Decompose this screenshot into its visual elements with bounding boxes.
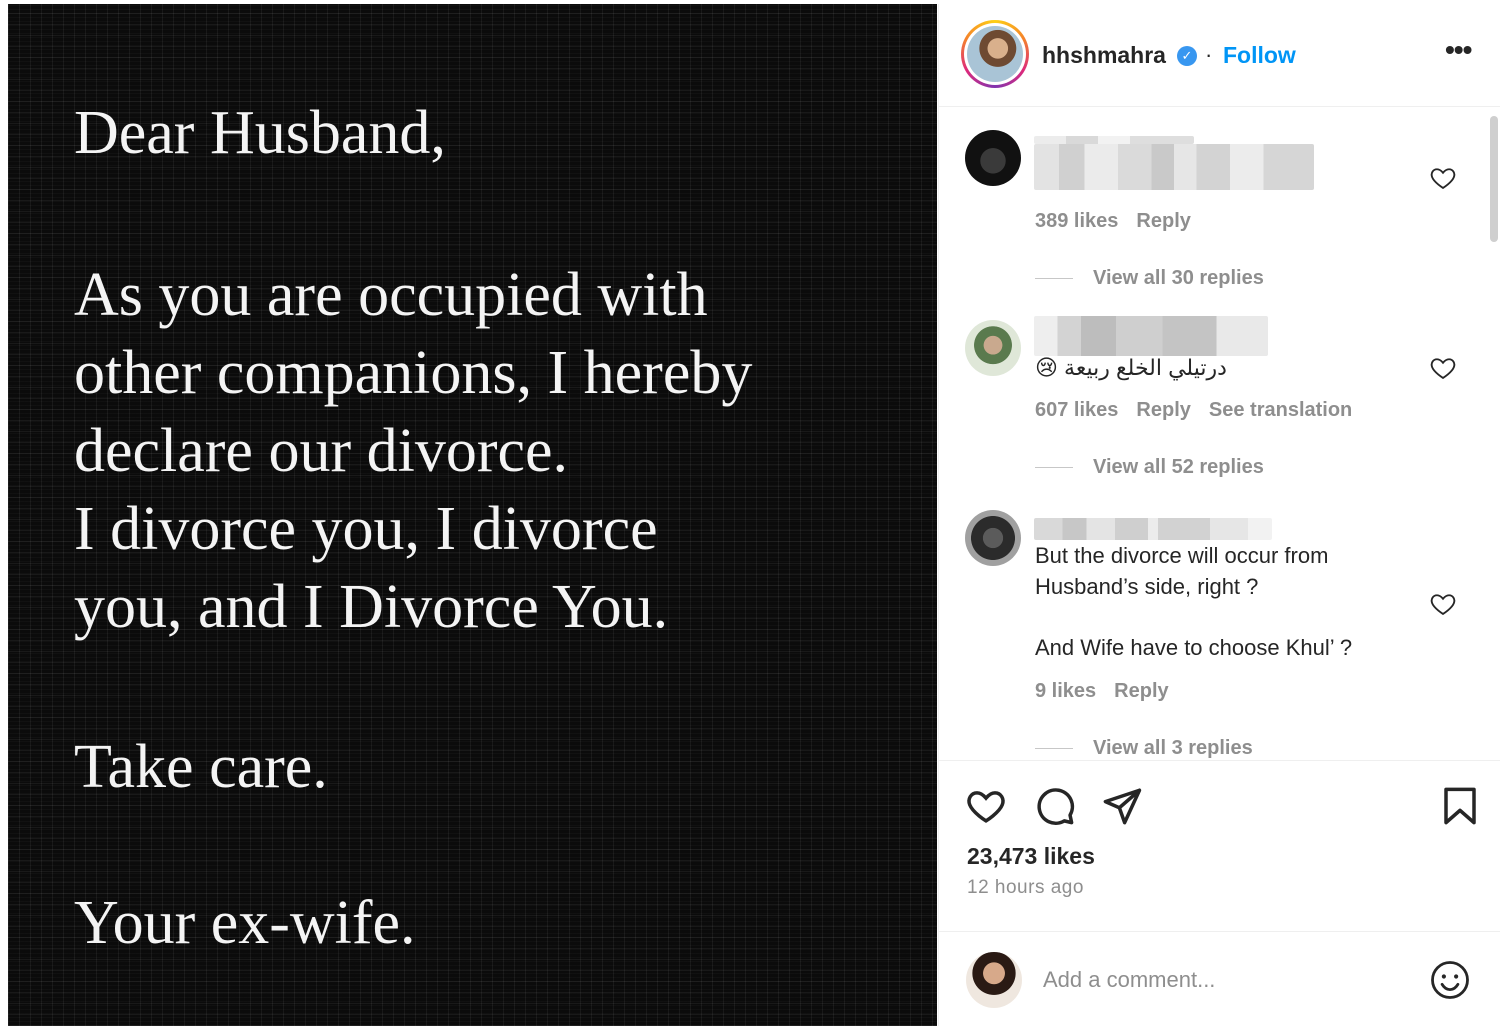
add-comment-bar — [939, 931, 1500, 1023]
comment-likes[interactable]: 389 likes — [1035, 210, 1118, 232]
comment-text-line: Husband’s side, right ? — [1035, 574, 1259, 599]
author-avatar[interactable] — [961, 20, 1029, 88]
view-replies-label: View all 3 replies — [1093, 737, 1253, 759]
redacted-username — [1034, 518, 1272, 540]
verified-badge-icon: ✓ — [1177, 46, 1197, 66]
see-translation-button[interactable]: See translation — [1209, 399, 1352, 421]
comment-text: 😢 درتيلي الخلع ربيعة — [1035, 355, 1227, 380]
view-replies-button[interactable]: View all 30 replies — [1035, 267, 1264, 290]
letter-greeting: Dear Husband, — [74, 99, 446, 167]
comment-meta: 9 likes Reply — [1035, 680, 1187, 703]
comment-meta: 389 likes Reply — [1035, 210, 1209, 233]
current-user-avatar — [966, 952, 1022, 1008]
comments-list[interactable]: 389 likes Reply View all 30 replies 😢 درت… — [939, 108, 1500, 760]
comment-like-heart-icon[interactable] — [1429, 590, 1457, 618]
view-replies-label: View all 30 replies — [1093, 267, 1264, 289]
post-header: hhshmahra ✓ · Follow ••• — [939, 4, 1500, 107]
post-likes-count[interactable]: 23,473 likes — [967, 843, 1095, 870]
comment-like-heart-icon[interactable] — [1429, 354, 1457, 382]
comment-icon[interactable] — [1034, 785, 1076, 827]
heart-icon[interactable] — [965, 785, 1007, 827]
commenter-avatar[interactable] — [965, 320, 1021, 376]
scrollbar-thumb[interactable] — [1490, 116, 1498, 242]
redacted-username — [1034, 136, 1194, 144]
post-side-panel: hhshmahra ✓ · Follow ••• 389 likes Reply … — [938, 4, 1500, 1026]
replies-divider — [1035, 748, 1073, 750]
letter-line: other companions, I hereby — [74, 339, 753, 407]
view-replies-label: View all 52 replies — [1093, 456, 1264, 478]
separator-dot: · — [1205, 42, 1213, 67]
letter-signoff: Your ex-wife. — [74, 889, 416, 957]
redacted-comment-text — [1034, 144, 1314, 190]
comment-meta: 607 likes Reply See translation — [1035, 399, 1370, 422]
letter-closing: Take care. — [74, 733, 328, 801]
scrollbar[interactable] — [1488, 108, 1500, 760]
reply-button[interactable]: Reply — [1136, 210, 1190, 232]
more-options-icon[interactable]: ••• — [1445, 34, 1472, 66]
add-comment-input[interactable] — [1043, 960, 1403, 1000]
commenter-avatar[interactable] — [965, 130, 1021, 186]
comment-likes[interactable]: 607 likes — [1035, 399, 1118, 421]
follow-button[interactable]: Follow — [1223, 42, 1296, 69]
redacted-username — [1034, 316, 1268, 356]
post-image[interactable]: Dear Husband, As you are occupied with o… — [8, 4, 937, 1026]
comment-like-heart-icon[interactable] — [1429, 164, 1457, 192]
post-timestamp[interactable]: 12 hours ago — [967, 877, 1084, 899]
letter-line: you, and I Divorce You. — [74, 573, 669, 641]
post-actions: 23,473 likes 12 hours ago — [939, 760, 1500, 1026]
comment-text-line: And Wife have to choose Khul’ ? — [1035, 635, 1353, 660]
share-icon[interactable] — [1101, 785, 1143, 827]
comment-text-line: But the divorce will occur from — [1035, 543, 1329, 568]
author-username[interactable]: hhshmahra — [1042, 42, 1166, 69]
letter-line: I divorce you, I divorce — [74, 495, 658, 563]
author-avatar-photo — [967, 26, 1023, 82]
reply-button[interactable]: Reply — [1114, 680, 1168, 702]
comment-likes[interactable]: 9 likes — [1035, 680, 1096, 702]
replies-divider — [1035, 467, 1073, 469]
commenter-avatar[interactable] — [965, 510, 1021, 566]
view-replies-button[interactable]: View all 3 replies — [1035, 737, 1253, 760]
reply-button[interactable]: Reply — [1136, 399, 1190, 421]
letter-body: As you are occupied with other companion… — [74, 256, 752, 646]
emoji-icon[interactable] — [1429, 959, 1471, 1001]
bookmark-icon[interactable] — [1439, 785, 1481, 827]
letter-line: As you are occupied with — [74, 261, 708, 329]
replies-divider — [1035, 278, 1073, 280]
view-replies-button[interactable]: View all 52 replies — [1035, 456, 1264, 479]
letter-line: declare our divorce. — [74, 417, 569, 485]
